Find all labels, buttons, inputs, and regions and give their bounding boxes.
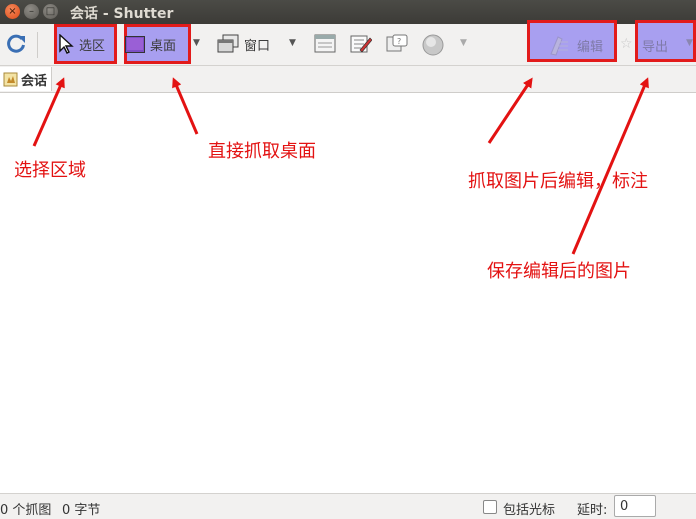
desktop-label: 桌面 <box>150 39 177 54</box>
close-icon: × <box>8 5 17 17</box>
delay-value: 0 <box>620 499 629 514</box>
window-dropdown-arrow-icon[interactable]: ▼ <box>289 38 296 48</box>
web-dropdown-arrow-icon[interactable]: ▼ <box>460 38 467 48</box>
annotation-capture-desktop: 直接抓取桌面 <box>208 141 316 162</box>
edit-label: 编辑 <box>577 39 604 55</box>
export-dropdown-arrow-icon[interactable]: ▼ <box>686 38 693 48</box>
export-button[interactable]: 导出 <box>642 36 668 55</box>
delay-spinner[interactable]: 0 <box>614 495 656 517</box>
web-capture-button[interactable] <box>422 34 444 56</box>
maximize-button[interactable]: □ <box>43 4 58 19</box>
session-content-area[interactable] <box>0 93 696 493</box>
tooltip-capture-button[interactable] <box>350 34 372 54</box>
annotation-edit-after-capture: 抓取图片后编辑，标注 <box>468 171 648 192</box>
cursor-icon <box>59 34 74 54</box>
tab-session[interactable]: 会话 <box>0 67 53 91</box>
edit-pen-icon <box>550 36 568 56</box>
status-bar: 0 个抓图 0 字节 包括光标 延时: 0 <box>0 493 696 519</box>
menu-capture-button[interactable] <box>314 34 336 54</box>
selection-label: 选区 <box>79 38 106 54</box>
maximize-icon: □ <box>45 5 56 17</box>
menu-icon <box>314 34 336 53</box>
desktop-icon <box>125 36 145 53</box>
svg-text:?: ? <box>397 37 401 46</box>
toolbar-separator <box>37 32 38 58</box>
include-cursor-label: 包括光标 <box>503 503 556 518</box>
annotation-select-area: 选择区域 <box>14 160 86 181</box>
desktop-button[interactable]: 桌面 <box>125 35 176 54</box>
session-tab-bar: 会话 <box>0 66 696 93</box>
window-icon <box>217 34 239 53</box>
export-label: 导出 <box>642 40 669 55</box>
tooltip-window-button[interactable]: ? <box>386 34 408 54</box>
desktop-dropdown-arrow-icon[interactable]: ▼ <box>193 38 200 48</box>
include-cursor-checkbox[interactable] <box>483 500 497 514</box>
annotation-save-after-edit: 保存编辑后的图片 <box>487 261 631 282</box>
refresh-button[interactable] <box>5 33 27 55</box>
document-edit-icon <box>350 35 372 53</box>
capture-count: 0 个抓图 <box>0 503 52 518</box>
selection-button[interactable]: 选区 <box>58 34 105 54</box>
window-button[interactable]: 窗口 <box>217 34 270 54</box>
tooltip-icon: ? <box>386 34 408 52</box>
refresh-icon <box>7 34 25 53</box>
globe-icon <box>422 34 444 56</box>
edit-button[interactable]: 编辑 <box>548 34 603 56</box>
star-icon: ☆ <box>620 36 633 52</box>
close-button[interactable]: × <box>5 4 20 19</box>
total-size: 0 字节 <box>62 503 101 518</box>
minimize-button[interactable]: – <box>24 4 39 19</box>
delay-label: 延时: <box>577 503 608 518</box>
tab-session-label: 会话 <box>21 73 48 89</box>
window-label: 窗口 <box>244 38 271 54</box>
session-icon <box>3 72 18 87</box>
window-title: 会话 - Shutter <box>70 6 174 22</box>
minimize-icon: – <box>29 5 34 17</box>
toolbar: 选区 桌面 ▼ 窗口 ▼ ? ▼ 编辑 ☆ 导出 ▼ <box>0 20 696 66</box>
